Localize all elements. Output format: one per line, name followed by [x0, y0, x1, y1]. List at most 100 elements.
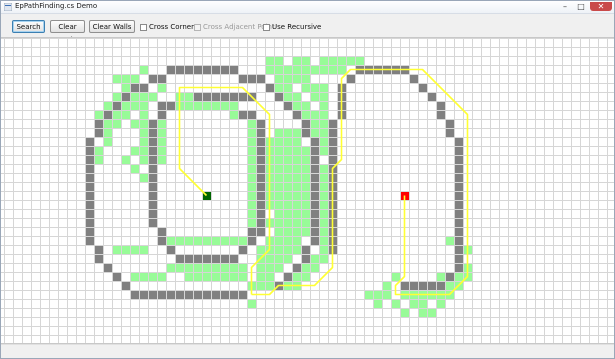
cross-adjacent-point-box[interactable]: [194, 23, 201, 31]
open-cell[interactable]: [274, 155, 283, 164]
open-cell[interactable]: [238, 236, 247, 245]
wall-cell[interactable]: [85, 164, 94, 173]
wall-cell[interactable]: [310, 227, 319, 236]
open-cell[interactable]: [283, 236, 292, 245]
wall-cell[interactable]: [193, 290, 202, 299]
open-cell[interactable]: [112, 245, 121, 254]
wall-cell[interactable]: [310, 218, 319, 227]
open-cell[interactable]: [418, 308, 427, 317]
wall-cell[interactable]: [139, 290, 148, 299]
open-cell[interactable]: [157, 155, 166, 164]
wall-cell[interactable]: [148, 209, 157, 218]
wall-cell[interactable]: [454, 182, 463, 191]
wall-cell[interactable]: [256, 137, 265, 146]
open-cell[interactable]: [301, 209, 310, 218]
wall-cell[interactable]: [409, 74, 418, 83]
clear-path-button[interactable]: Clear Path: [50, 20, 85, 44]
open-cell[interactable]: [148, 92, 157, 101]
open-cell[interactable]: [103, 128, 112, 137]
wall-cell[interactable]: [211, 254, 220, 263]
open-cell[interactable]: [130, 164, 139, 173]
open-cell[interactable]: [157, 137, 166, 146]
open-cell[interactable]: [283, 173, 292, 182]
wall-cell[interactable]: [328, 128, 337, 137]
wall-cell[interactable]: [121, 92, 130, 101]
open-cell[interactable]: [247, 137, 256, 146]
open-cell[interactable]: [139, 101, 148, 110]
open-cell[interactable]: [283, 128, 292, 137]
open-cell[interactable]: [274, 146, 283, 155]
wall-cell[interactable]: [445, 119, 454, 128]
wall-cell[interactable]: [220, 254, 229, 263]
open-cell[interactable]: [436, 272, 445, 281]
wall-cell[interactable]: [328, 119, 337, 128]
open-cell[interactable]: [319, 56, 328, 65]
open-cell[interactable]: [94, 155, 103, 164]
open-cell[interactable]: [346, 56, 355, 65]
open-cell[interactable]: [139, 65, 148, 74]
wall-cell[interactable]: [427, 281, 436, 290]
open-cell[interactable]: [247, 299, 256, 308]
wall-cell[interactable]: [247, 74, 256, 83]
open-cell[interactable]: [283, 65, 292, 74]
wall-cell[interactable]: [256, 128, 265, 137]
open-cell[interactable]: [130, 146, 139, 155]
wall-cell[interactable]: [400, 281, 409, 290]
wall-cell[interactable]: [283, 101, 292, 110]
open-cell[interactable]: [283, 209, 292, 218]
open-cell[interactable]: [193, 272, 202, 281]
open-cell[interactable]: [328, 65, 337, 74]
wall-cell[interactable]: [121, 281, 130, 290]
wall-cell[interactable]: [445, 272, 454, 281]
open-cell[interactable]: [319, 245, 328, 254]
open-cell[interactable]: [337, 56, 346, 65]
wall-cell[interactable]: [247, 227, 256, 236]
open-cell[interactable]: [292, 236, 301, 245]
wall-cell[interactable]: [148, 200, 157, 209]
open-cell[interactable]: [229, 236, 238, 245]
open-cell[interactable]: [112, 74, 121, 83]
open-cell[interactable]: [157, 119, 166, 128]
wall-cell[interactable]: [229, 92, 238, 101]
wall-cell[interactable]: [148, 173, 157, 182]
open-cell[interactable]: [292, 272, 301, 281]
wall-cell[interactable]: [436, 281, 445, 290]
wall-cell[interactable]: [184, 65, 193, 74]
wall-cell[interactable]: [310, 236, 319, 245]
open-cell[interactable]: [301, 182, 310, 191]
open-cell[interactable]: [292, 245, 301, 254]
open-cell[interactable]: [436, 299, 445, 308]
open-cell[interactable]: [292, 74, 301, 83]
wall-cell[interactable]: [193, 254, 202, 263]
open-cell[interactable]: [319, 173, 328, 182]
wall-cell[interactable]: [328, 155, 337, 164]
open-cell[interactable]: [319, 65, 328, 74]
open-cell[interactable]: [166, 263, 175, 272]
open-cell[interactable]: [319, 254, 328, 263]
wall-cell[interactable]: [229, 65, 238, 74]
wall-cell[interactable]: [148, 119, 157, 128]
wall-cell[interactable]: [157, 110, 166, 119]
open-cell[interactable]: [301, 218, 310, 227]
open-cell[interactable]: [193, 236, 202, 245]
maximize-button[interactable]: □: [573, 2, 589, 11]
wall-cell[interactable]: [256, 173, 265, 182]
wall-cell[interactable]: [346, 74, 355, 83]
open-cell[interactable]: [121, 83, 130, 92]
wall-cell[interactable]: [103, 263, 112, 272]
wall-cell[interactable]: [256, 209, 265, 218]
open-cell[interactable]: [175, 263, 184, 272]
wall-cell[interactable]: [310, 155, 319, 164]
wall-cell[interactable]: [328, 137, 337, 146]
open-cell[interactable]: [292, 173, 301, 182]
open-cell[interactable]: [319, 101, 328, 110]
open-cell[interactable]: [292, 155, 301, 164]
wall-cell[interactable]: [238, 290, 247, 299]
wall-cell[interactable]: [292, 263, 301, 272]
open-cell[interactable]: [256, 245, 265, 254]
open-cell[interactable]: [319, 200, 328, 209]
wall-cell[interactable]: [85, 218, 94, 227]
open-cell[interactable]: [121, 245, 130, 254]
open-cell[interactable]: [139, 272, 148, 281]
open-cell[interactable]: [130, 245, 139, 254]
